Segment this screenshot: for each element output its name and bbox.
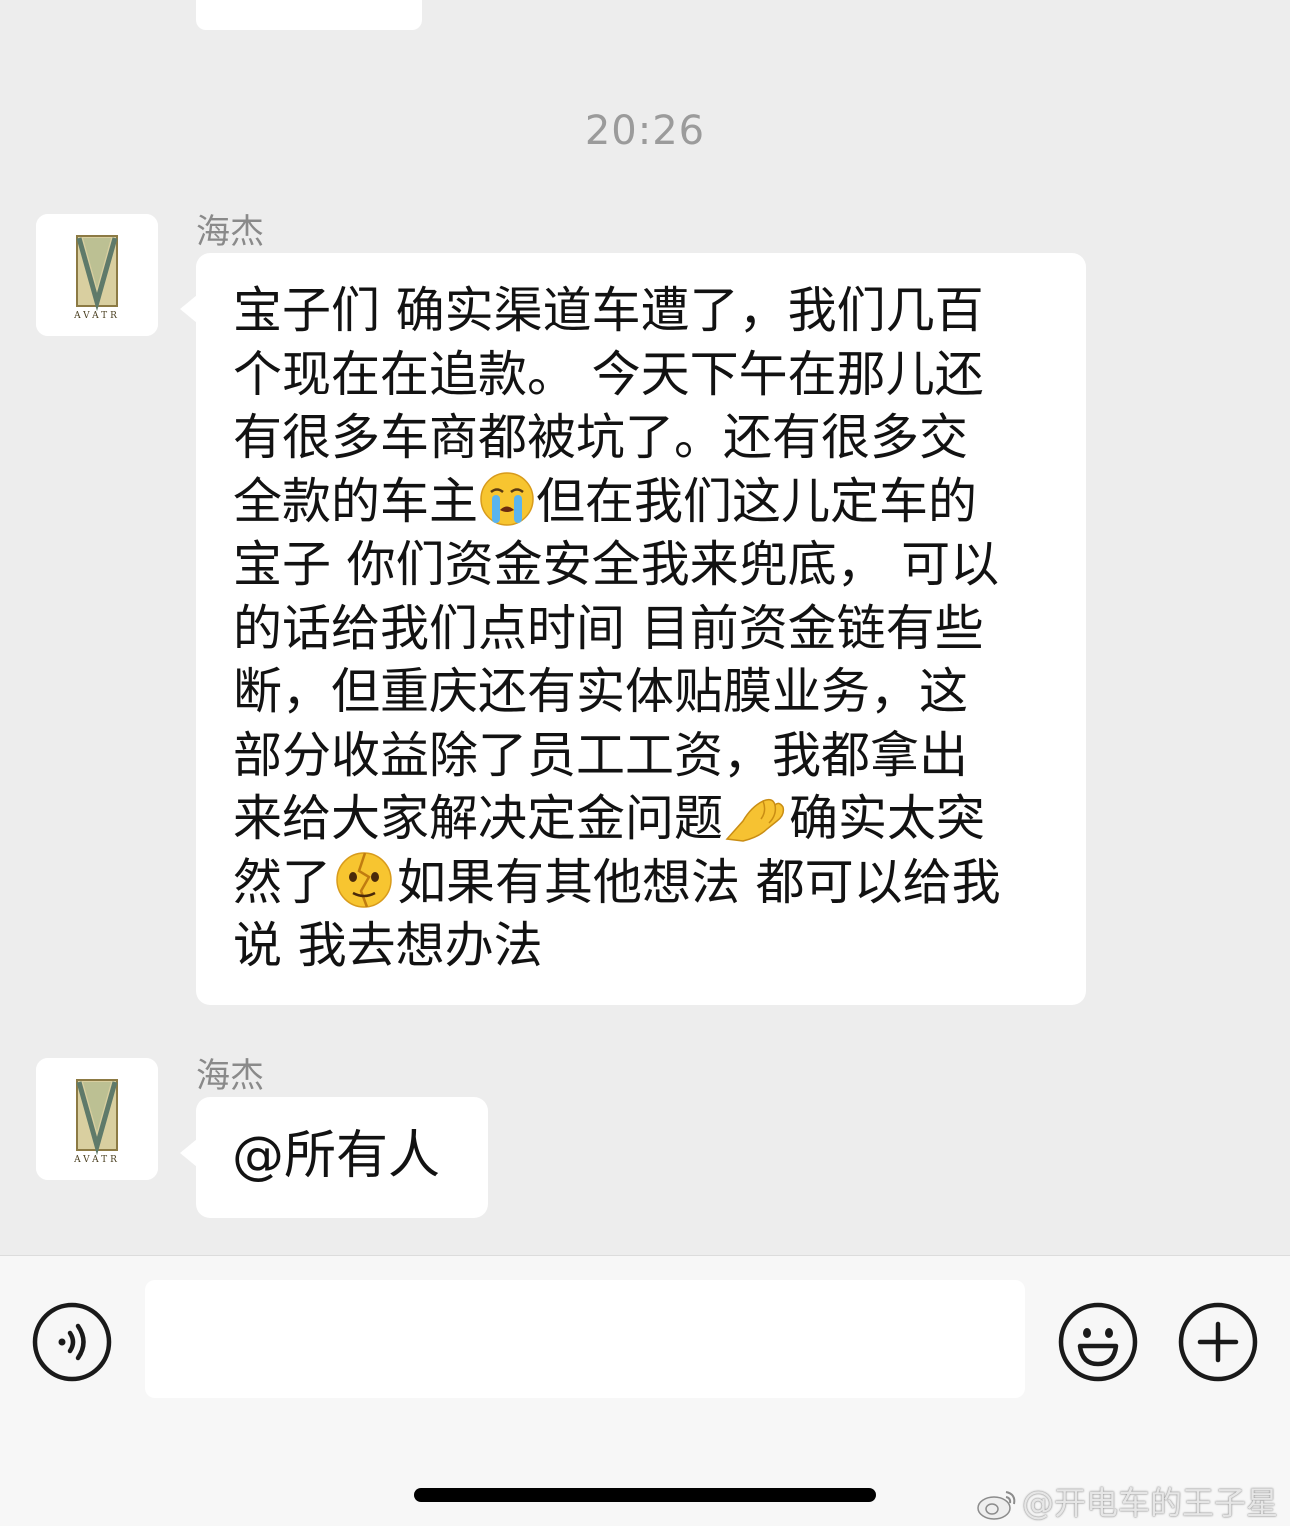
message-text: 宝子们 确实渠道车遭了，我们几百 个现在在追款。 今天下午在那儿还 有很多车商都… bbox=[233, 279, 1052, 978]
home-indicator bbox=[414, 1488, 876, 1502]
message-line-part: 然了 bbox=[233, 853, 332, 911]
smiley-icon[interactable] bbox=[1058, 1302, 1138, 1382]
plus-icon[interactable] bbox=[1178, 1302, 1258, 1382]
pinched-fingers-icon bbox=[723, 787, 789, 845]
previous-message-bubble[interactable] bbox=[196, 0, 422, 30]
message-line-part: 全款的车主 bbox=[233, 472, 479, 530]
message-line: 说 我去想办法 bbox=[233, 917, 543, 974]
message-line-part: 来给大家解决定金问题 bbox=[233, 790, 724, 847]
sender-avatar[interactable]: AVATR bbox=[36, 214, 158, 336]
message-line-part: 确实太突 bbox=[789, 790, 986, 847]
broken-heart-face-icon bbox=[331, 851, 397, 909]
message-line: 个现在在追款。 今天下午在那儿还 bbox=[233, 345, 984, 403]
sender-name: 海杰 bbox=[196, 212, 264, 252]
voice-icon[interactable] bbox=[32, 1302, 112, 1382]
svg-text:AVATR: AVATR bbox=[73, 311, 120, 321]
message-line: 宝子们 确实渠道车遭了，我们几百 bbox=[233, 282, 984, 339]
message-line: 部分收益除了员工工资，我都拿出 bbox=[233, 726, 969, 784]
message-bubble[interactable]: 宝子们 确实渠道车遭了，我们几百 个现在在追款。 今天下午在那儿还 有很多车商都… bbox=[180, 253, 1086, 1005]
message-line: 然了 如果有其他想法 都可以给我 bbox=[233, 851, 1052, 915]
watermark-text: @开电车的王子星 bbox=[1021, 1484, 1278, 1522]
message-input[interactable] bbox=[145, 1280, 1025, 1398]
chat-timestamp: 20:26 bbox=[584, 108, 706, 154]
message-line: 有很多车商都被坑了。还有很多交 bbox=[233, 409, 969, 466]
message-line-part: 但在我们这儿定车的 bbox=[536, 472, 978, 530]
message-line-part: 如果有其他想法 都可以给我 bbox=[397, 853, 1001, 911]
message-text: @所有人 bbox=[232, 1126, 441, 1186]
svg-text:AVATR: AVATR bbox=[73, 1155, 120, 1165]
message-bubble[interactable]: @所有人 bbox=[180, 1097, 488, 1218]
message-line: 全款的车主 但在我们这儿定车的 bbox=[233, 470, 1052, 534]
sender-name: 海杰 bbox=[196, 1056, 264, 1096]
input-bar: @开电车的王子星 bbox=[0, 1255, 1290, 1526]
weibo-icon bbox=[976, 1484, 1022, 1522]
message-line: 断，但重庆还有实体贴膜业务，这 bbox=[233, 663, 969, 720]
message-line: 宝子 你们资金安全我来兜底， 可以 bbox=[233, 536, 1000, 593]
sender-avatar[interactable]: AVATR bbox=[36, 1058, 158, 1180]
message-line: 来给大家解决定金问题 确实太突 bbox=[233, 787, 1052, 851]
message-line: 的话给我们点时间 目前资金链有些 bbox=[233, 599, 984, 657]
chat-area: 20:26 AVATR 海杰 宝子们 确实渠道车遭了，我们几百 个现在在追款。 … bbox=[0, 0, 1290, 1255]
watermark: @开电车的王子星 bbox=[976, 1478, 1278, 1524]
crying-face-icon bbox=[478, 470, 536, 528]
